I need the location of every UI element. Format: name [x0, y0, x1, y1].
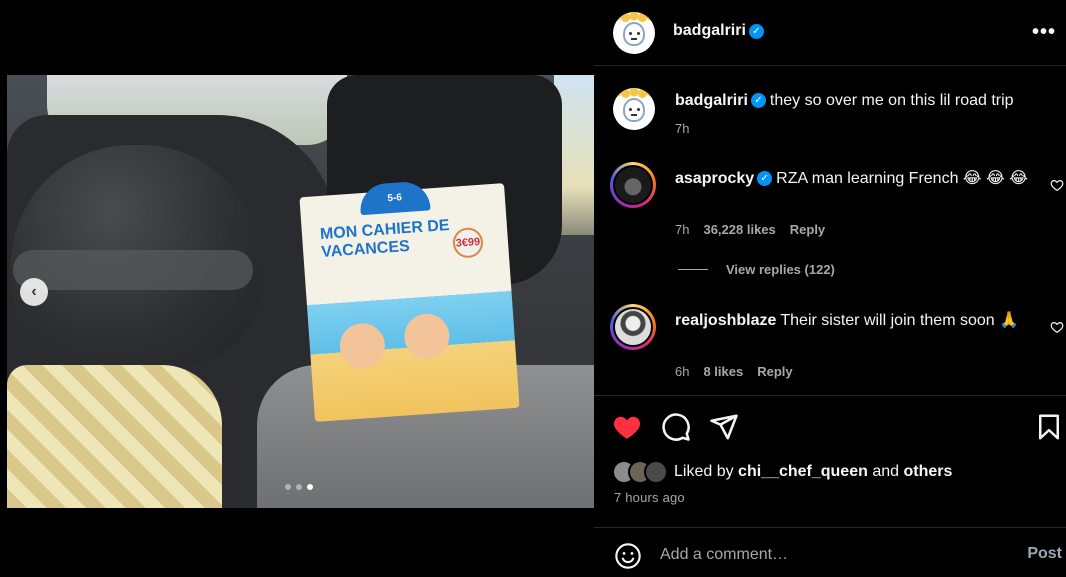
comment-reply-button[interactable]: Reply: [757, 364, 792, 379]
view-replies-label: View replies (122): [726, 262, 835, 277]
comment-text: realjoshblaze Their sister will join them…: [675, 310, 1045, 331]
comment-meta: 6h 8 likes Reply: [675, 364, 793, 379]
post-timestamp[interactable]: 7 hours ago: [614, 490, 685, 505]
comment-item: realjoshblaze Their sister will join them…: [610, 304, 1066, 384]
avatar[interactable]: [644, 460, 668, 484]
caption-body: they so over me on this lil road trip: [769, 92, 1014, 109]
carousel-dots: [285, 484, 313, 490]
more-options-button[interactable]: •••: [1032, 22, 1056, 42]
carousel-dot[interactable]: [296, 484, 302, 490]
book-price-badge: 3€99: [451, 226, 484, 259]
caption-username[interactable]: badgalriri: [675, 92, 748, 109]
comment-avatar[interactable]: [610, 162, 656, 208]
comment-text: asaprocky ✓ RZA man learning French 😂 😂 😂: [675, 168, 1045, 189]
comment-input[interactable]: [660, 543, 1000, 567]
chevron-left-icon: ‹: [31, 283, 37, 300]
replies-divider: [678, 269, 708, 270]
comment-icon[interactable]: [661, 412, 691, 442]
comment-time[interactable]: 7h: [675, 222, 689, 237]
post-side-panel: badgalriri ✓ ••• badgalriri ✓ they so over…: [594, 0, 1066, 577]
liked-by-others[interactable]: others: [903, 463, 952, 481]
heart-outline-icon[interactable]: [1050, 178, 1064, 192]
comment-body: Their sister will join them soon 🙏: [780, 312, 1020, 329]
child-legs: [7, 365, 222, 508]
bookmark-icon[interactable]: [1034, 412, 1064, 442]
comment-meta: 7h 36,228 likes Reply: [675, 222, 825, 237]
post-media-area: 5-6 MON CAHIER DE VACANCES 3€99 ‹: [0, 0, 594, 577]
verified-badge-icon: ✓: [757, 171, 773, 187]
comment-body: RZA man learning French 😂 😂 😂: [776, 170, 1028, 187]
heart-outline-icon[interactable]: [1050, 320, 1064, 334]
heart-filled-icon[interactable]: [612, 412, 642, 442]
carousel-dot[interactable]: [285, 484, 291, 490]
activity-book: 5-6 MON CAHIER DE VACANCES 3€99: [299, 180, 520, 422]
comment-avatar[interactable]: [610, 304, 656, 350]
comment-likes[interactable]: 8 likes: [703, 364, 743, 379]
carousel-dot-active[interactable]: [307, 484, 313, 490]
comment-item: asaprocky ✓ RZA man learning French 😂 😂 😂 …: [610, 162, 1066, 242]
post-comment-button[interactable]: Post: [1027, 545, 1062, 563]
verified-badge-icon: ✓: [748, 23, 764, 39]
comment-username[interactable]: realjoshblaze: [675, 312, 776, 329]
header-username[interactable]: badgalriri: [673, 22, 746, 40]
verified-badge-icon: ✓: [750, 93, 766, 109]
liked-by-prefix: Liked by: [674, 463, 734, 480]
liked-by-user[interactable]: chi__chef_queen: [738, 463, 868, 481]
canopy-band: [13, 250, 253, 290]
comment-username[interactable]: asaprocky: [675, 170, 754, 187]
view-replies-button[interactable]: View replies (122): [678, 262, 835, 277]
book-title: MON CAHIER DE VACANCES: [319, 217, 451, 262]
liked-by-avatars: [612, 460, 670, 484]
comment-time[interactable]: 6h: [675, 364, 689, 379]
header-user: badgalriri ✓: [673, 22, 764, 40]
book-illustration: [338, 312, 463, 395]
post-header: badgalriri ✓ •••: [594, 0, 1066, 66]
caption-timestamp[interactable]: 7h: [675, 121, 689, 136]
likes-summary: Liked by chi__chef_queen and others: [612, 460, 952, 484]
comment-likes[interactable]: 36,228 likes: [703, 222, 775, 237]
share-send-icon[interactable]: [709, 412, 739, 442]
emoji-icon[interactable]: [614, 542, 642, 570]
post-actions-bar: [594, 395, 1066, 455]
comment-reply-button[interactable]: Reply: [790, 222, 825, 237]
avatar[interactable]: [613, 12, 655, 54]
more-horizontal-icon: •••: [1031, 21, 1056, 43]
post-photo: 5-6 MON CAHIER DE VACANCES 3€99: [7, 75, 594, 508]
liked-by-conj: and: [872, 463, 900, 480]
add-comment-bar: Post: [594, 527, 1066, 577]
post-caption: badgalriri ✓ they so over me on this lil r…: [675, 91, 1055, 111]
carousel-prev-button[interactable]: ‹: [20, 278, 48, 306]
caption-avatar[interactable]: [613, 88, 655, 130]
